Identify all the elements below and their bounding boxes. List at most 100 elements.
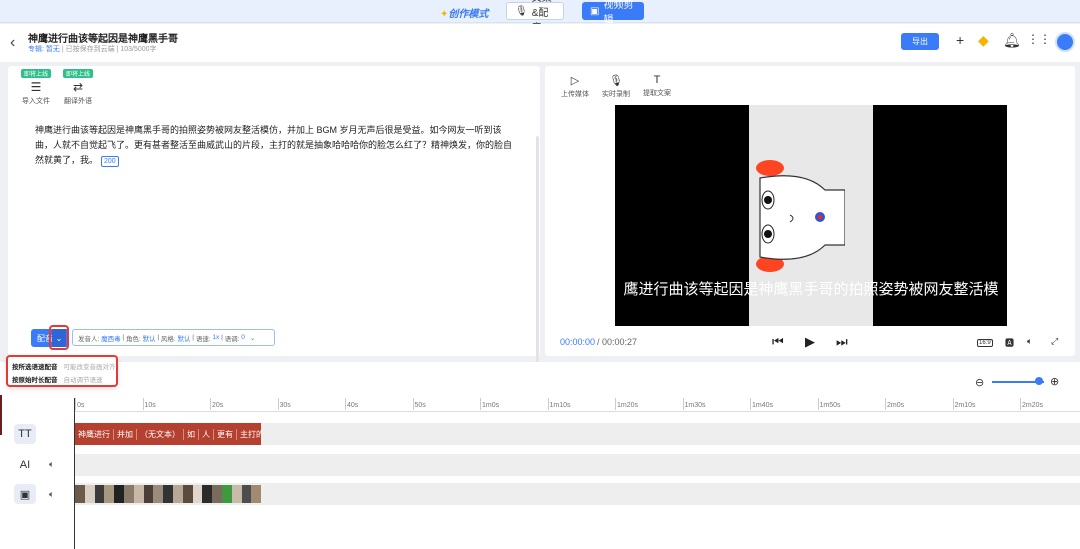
upload-media-tool[interactable]: ▷ 上传媒体	[553, 74, 597, 99]
dub-by-duration-option[interactable]: 按原始时长配音 自动调节语速	[12, 374, 103, 384]
video-preview[interactable]: 鹰进行曲该等起因是神鹰黑手哥的拍照姿势被网友整活模	[615, 105, 1007, 326]
video-thumbnail	[104, 485, 115, 503]
export-button[interactable]: 导出	[901, 33, 939, 50]
video-thumbnail	[114, 485, 124, 503]
dropdown-toggle-highlight	[49, 325, 69, 350]
speaker-icon[interactable]: 🔈︎	[49, 459, 54, 470]
chevron-down-icon: ⌄	[249, 334, 256, 342]
video-thumbnail	[153, 485, 164, 503]
play-icon[interactable]: ▶︎	[805, 334, 815, 350]
timeline-tick: 1m10s	[547, 398, 571, 410]
timeline-tick: 1m0s	[479, 398, 500, 410]
text-clip[interactable]: 如	[184, 428, 199, 440]
import-file-tool[interactable]: 即将上线 ☰ 导入文件	[16, 69, 56, 106]
zoom-in-icon[interactable]: ⊕	[1050, 375, 1059, 388]
coming-soon-badge: 即将上线	[62, 69, 93, 78]
header: ‹ 神鹰进行曲该等起因是神鹰黑手哥 专辑: 暂无 | 已按保存到云端 | 103…	[0, 24, 1080, 62]
text-clips[interactable]: 神鹰进行并加（无文本）如人更有主打的精你的	[75, 423, 261, 445]
album-value[interactable]: 暂无	[46, 46, 60, 53]
video-thumbnail	[212, 485, 222, 503]
ai-track-icon[interactable]: AI	[14, 455, 36, 475]
dub-by-speed-option[interactable]: 按所选语速配音 可能改变音画对齐	[12, 361, 116, 371]
count-badge: 200	[101, 156, 119, 167]
text-track-icon[interactable]: TT	[14, 424, 36, 444]
timeline-tick: 50s	[412, 398, 426, 410]
microphone-icon: 🎙	[515, 5, 528, 17]
volume-icon[interactable]: 🔈︎	[1027, 336, 1032, 347]
speaker-icon[interactable]: 🔈︎	[49, 489, 54, 500]
current-time: 00:00:00	[560, 337, 596, 347]
realtime-record-tool[interactable]: 🎙 实时录制	[594, 74, 638, 99]
video-thumbnail	[231, 485, 242, 503]
video-thumbnail	[163, 485, 173, 503]
text-track[interactable]: 神鹰进行并加（无文本）如人更有主打的精你的	[75, 423, 1080, 445]
text-clip[interactable]: 人	[199, 428, 214, 440]
editor-scrollbar[interactable]	[536, 136, 539, 366]
timeline-tick: 2m20s	[1019, 398, 1044, 410]
script-editor-panel: 即将上线 ☰ 导入文件 即将上线 ⇄ 翻译外语 神鹰进行曲该等起因是神鹰黑手哥的…	[8, 66, 540, 366]
text-clip[interactable]: （无文本）	[137, 428, 184, 440]
skip-forward-icon[interactable]: ⏭︎	[836, 334, 848, 350]
text-clip[interactable]: 神鹰进行	[75, 428, 114, 440]
microphone-icon: 🎙	[609, 75, 623, 87]
text-clip[interactable]: 主打的	[237, 429, 261, 440]
timeline-tick: 2m0s	[884, 398, 905, 410]
timeline-tick: 10s	[142, 398, 156, 410]
extract-text-icon: T	[653, 74, 661, 86]
timeline-tick: 40s	[344, 398, 359, 410]
text-clip[interactable]: 更有	[214, 428, 237, 440]
total-time: / 00:00:27	[597, 337, 638, 347]
video-thumbnail	[143, 485, 154, 503]
video-edit-icon: ▣	[590, 5, 600, 17]
doc-title: 神鹰进行曲该等起因是神鹰黑手哥	[28, 34, 178, 45]
apps-grid-icon[interactable]: ⋮⋮	[1027, 33, 1051, 45]
aspect-ratio-button[interactable]: 16:9	[977, 336, 993, 347]
timeline-tick: 2m10s	[952, 398, 976, 410]
video-subtitle: 鹰进行曲该等起因是神鹰黑手哥的拍照姿势被网友整活模	[623, 281, 999, 298]
bell-icon[interactable]: 🔔︎	[1003, 33, 1021, 47]
translate-tool[interactable]: 即将上线 ⇄ 翻译外语	[58, 69, 98, 106]
timeline-tick: 1m40s	[749, 398, 774, 410]
ai-audio-track[interactable]	[75, 454, 1080, 476]
coming-soon-badge: 即将上线	[20, 69, 51, 78]
upload-media-icon: ▷	[570, 75, 580, 87]
zoom-slider-handle[interactable]	[1034, 377, 1043, 385]
timeline-tick: 1m20s	[614, 398, 639, 410]
translate-icon: ⇄	[72, 80, 84, 94]
script-text[interactable]: 神鹰进行曲该等起因是神鹰黑手哥的拍照姿势被网友整活模仿，并加上 BGM 岁月无声…	[35, 123, 515, 168]
top-bar: ✦创作模式 🎙 文案&配音 ▣ 视频剪辑	[0, 0, 1080, 34]
timeline-tick: 30s	[277, 398, 291, 410]
back-icon[interactable]: ‹	[10, 34, 15, 52]
video-thumbnail	[75, 485, 85, 503]
extract-text-tool[interactable]: T 提取文案	[635, 74, 679, 98]
plus-icon[interactable]: +	[956, 33, 964, 47]
video-track[interactable]	[75, 483, 1080, 505]
voice-settings-bar[interactable]: 发音人: 魔西毒 | 角色: 默认 | 风格: 默认 | 语速: 1x | 语调…	[72, 329, 275, 346]
video-track-icon[interactable]: ▣	[14, 484, 36, 504]
timeline-ruler[interactable]: 0s 10s 20s 30s 40s 50s 1m0s 1m10s 1m20s 1m30s 1m40…	[74, 398, 1080, 412]
text-clip[interactable]: 并加	[114, 428, 137, 440]
mode-label: ✦创作模式	[440, 9, 489, 20]
fullscreen-icon[interactable]: ⤢	[1051, 336, 1058, 347]
skip-back-icon[interactable]: ⏮︎	[772, 334, 784, 350]
video-clips[interactable]	[75, 485, 261, 503]
dub-mode-dropdown: 按所选语速配音 可能改变音画对齐 按原始时长配音 自动调节语速	[6, 355, 118, 387]
video-thumbnail	[202, 485, 213, 503]
cartoon-image	[756, 160, 845, 272]
video-thumbnail	[133, 485, 144, 503]
video-thumbnail	[123, 485, 134, 503]
preview-panel: ▷ 上传媒体 🎙 实时录制 T 提取文案 鹰进行曲该等起因是神鹰黑手哥的拍照姿势…	[545, 66, 1075, 356]
script-dub-button[interactable]: 🎙 文案&配音	[506, 0, 564, 34]
diamond-icon[interactable]: ◆	[978, 33, 989, 47]
timeline-tick: 1m30s	[682, 398, 706, 410]
video-edit-button[interactable]: ▣ 视频剪辑	[582, 0, 644, 26]
video-thumbnail	[84, 485, 95, 503]
import-file-icon: ☰	[30, 80, 42, 94]
timeline-tick: 0s	[74, 398, 85, 410]
video-thumbnail	[251, 485, 261, 503]
video-thumbnail	[192, 485, 203, 503]
zoom-out-icon[interactable]: ⊖	[975, 376, 984, 389]
video-thumbnail	[172, 485, 183, 503]
subtitle-toggle-icon[interactable]: 🅰︎	[1005, 336, 1014, 349]
avatar[interactable]	[1055, 32, 1075, 52]
